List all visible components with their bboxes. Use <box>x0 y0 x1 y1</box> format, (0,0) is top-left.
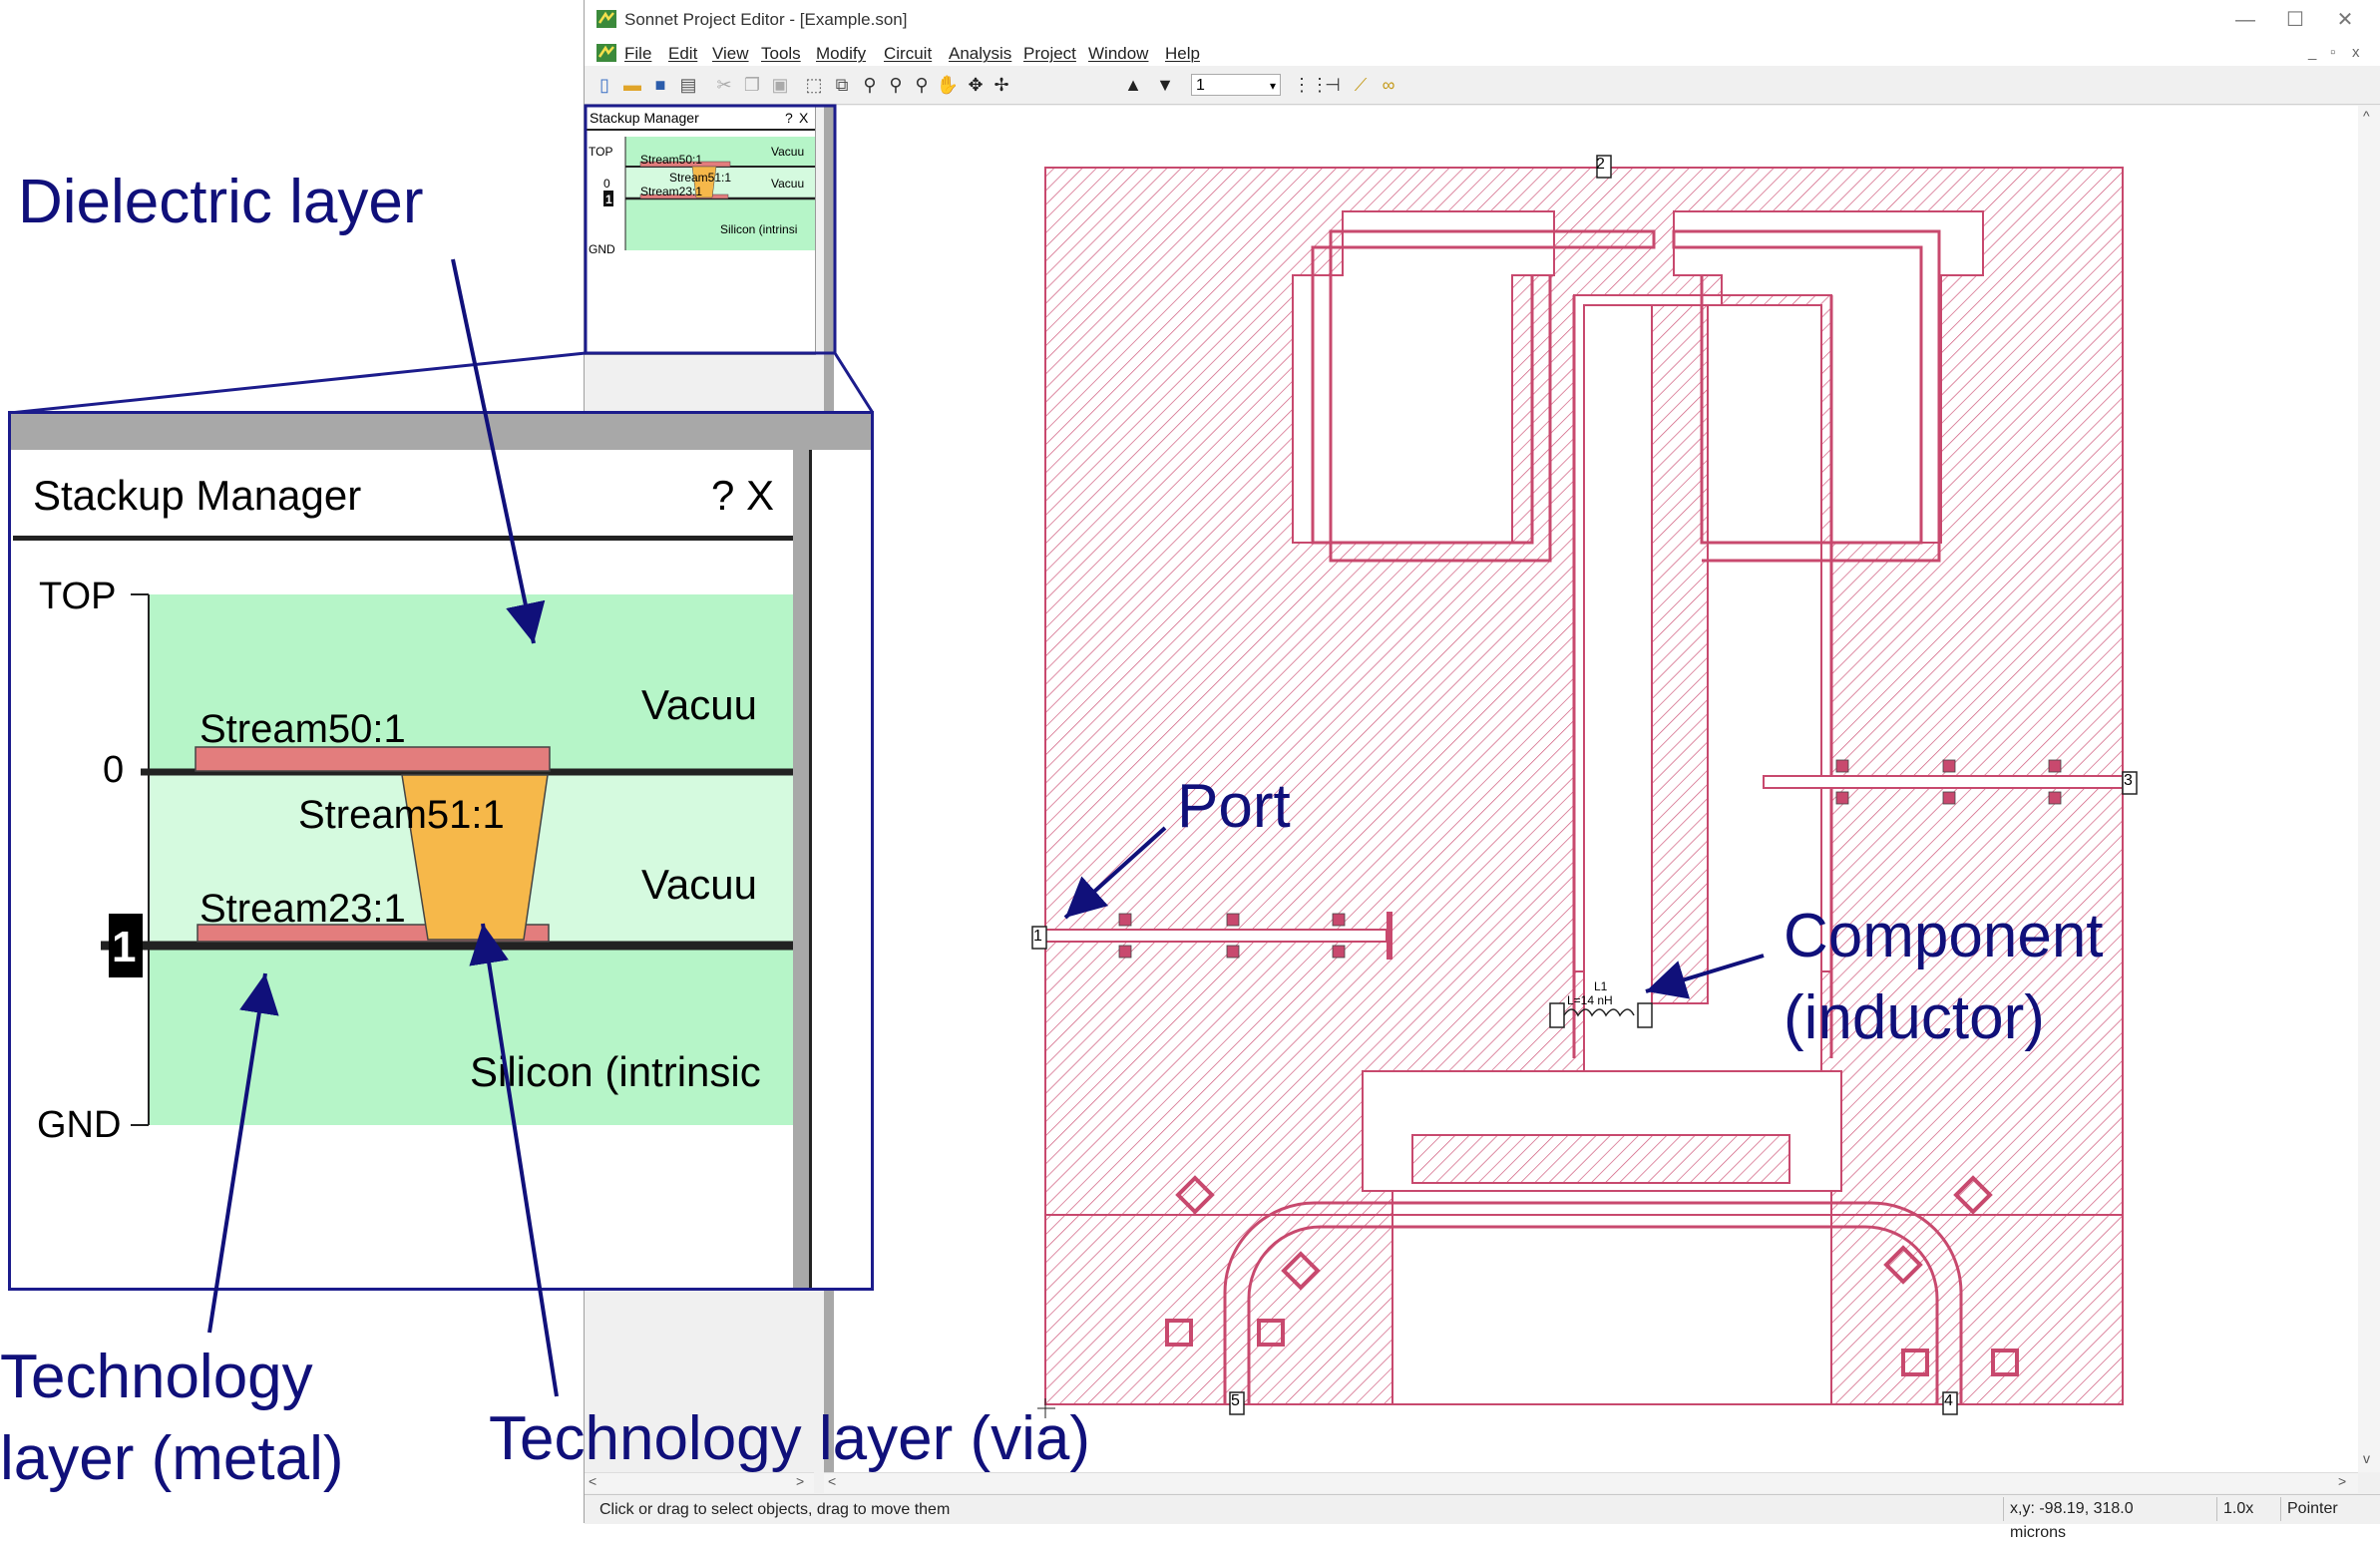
annotation-component-line2: (inductor) <box>1784 983 2045 1052</box>
annotation-metal-line2: layer (metal) <box>0 1424 344 1493</box>
annotation-component-line1: Component <box>1784 902 2104 970</box>
annotation-port: Port <box>1177 772 1291 841</box>
annotation-via: Technology layer (via) <box>489 1404 1091 1473</box>
annotation-dielectric: Dielectric layer <box>18 168 424 236</box>
annotation-metal-line1: Technology <box>0 1343 313 1411</box>
